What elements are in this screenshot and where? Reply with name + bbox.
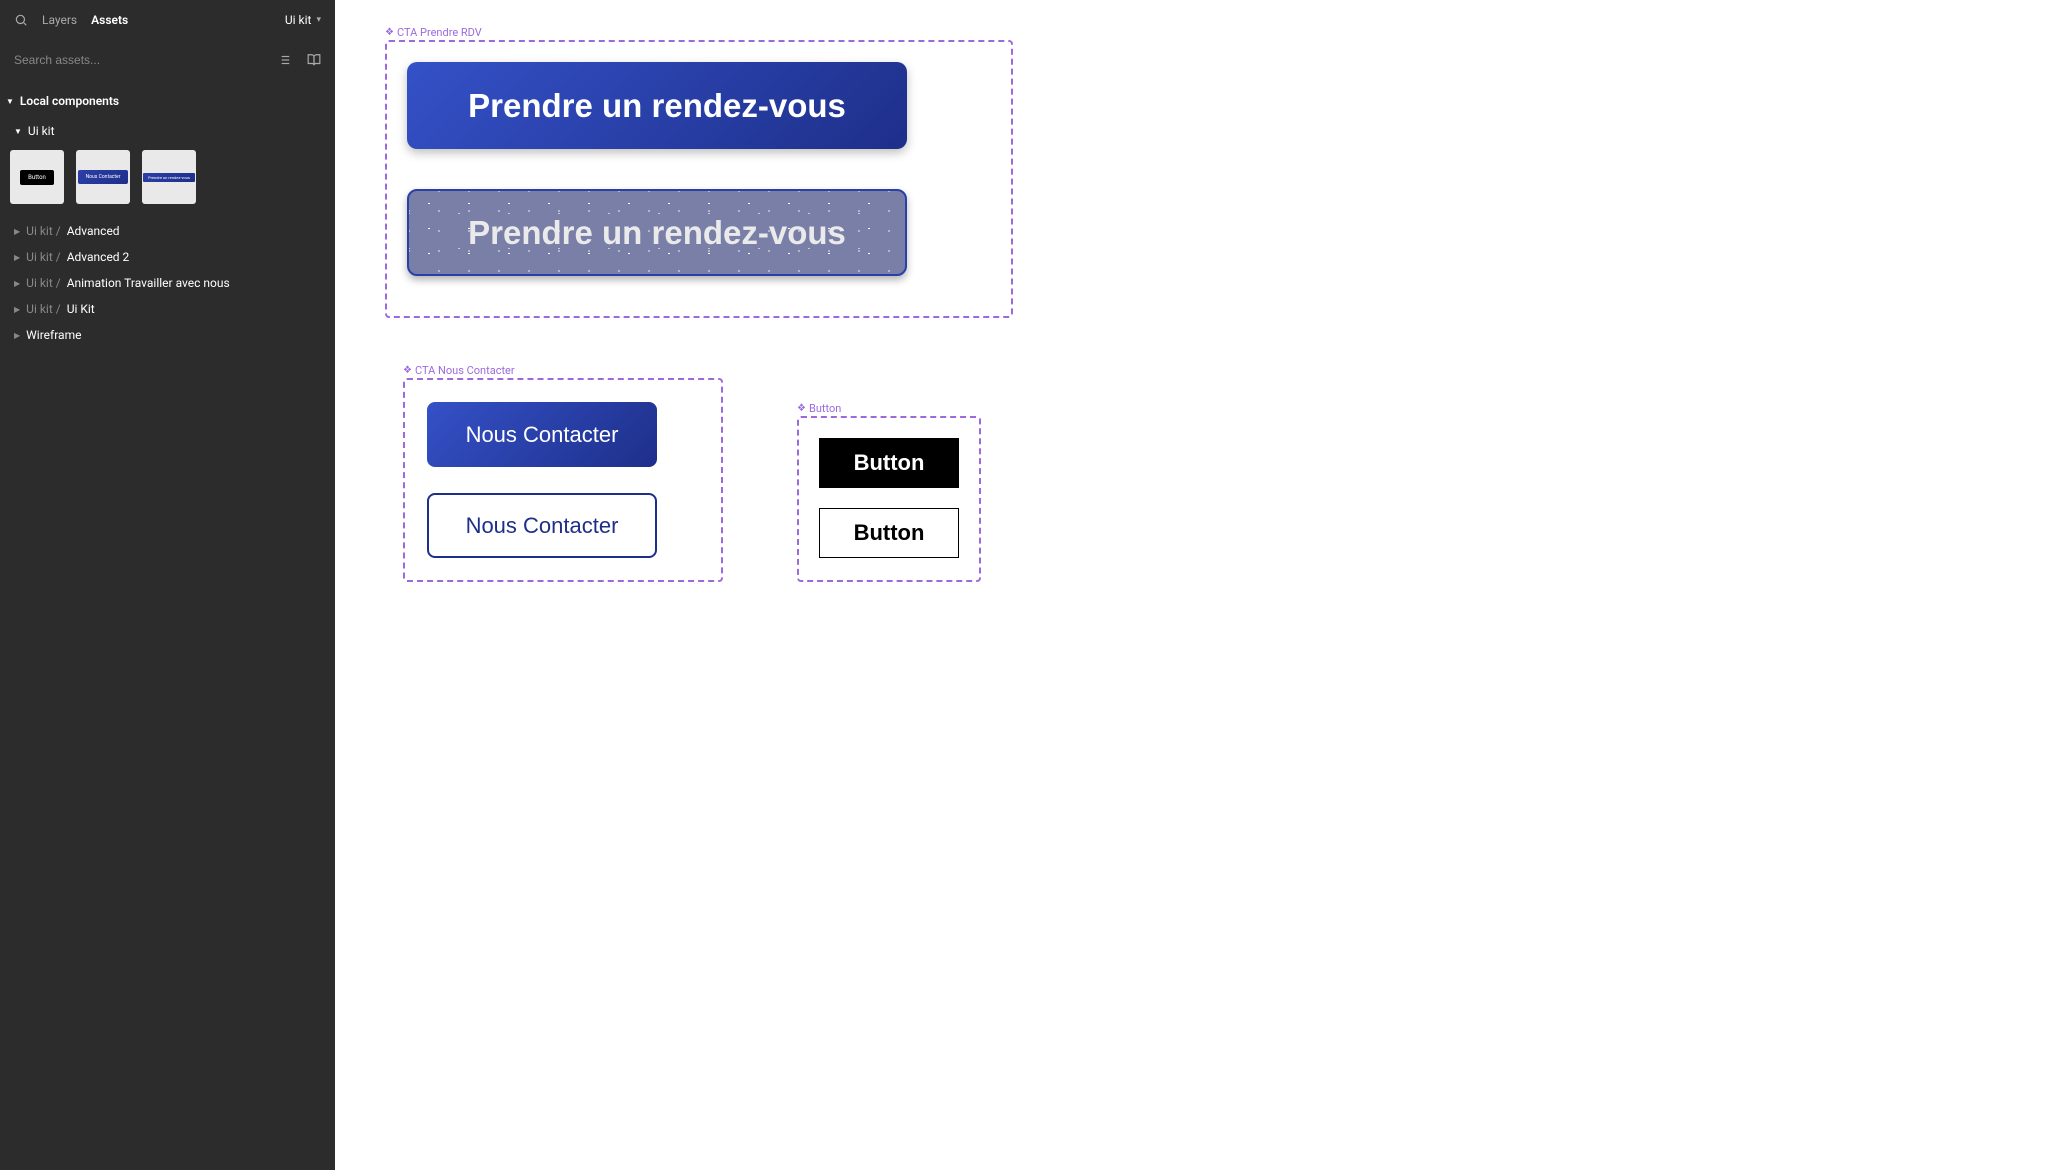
component-cta-prendre-rdv[interactable]: CTA Prendre RDV Prendre un rendez-vous P…: [385, 40, 1013, 318]
tree-name: Animation Travailler avec nous: [67, 276, 230, 290]
caret-down-icon: ▼: [6, 97, 14, 106]
local-components-heading[interactable]: ▼ Local components: [0, 80, 335, 118]
file-title: Ui kit: [285, 13, 312, 27]
ui-kit-folder[interactable]: ▼ Ui kit: [0, 118, 335, 144]
tree-name: Ui Kit: [67, 302, 95, 316]
layers-tab[interactable]: Layers: [42, 13, 77, 27]
variant-rdv-primary[interactable]: Prendre un rendez-vous: [407, 62, 907, 149]
sidebar-header: Layers Assets Ui kit ▾: [0, 0, 335, 40]
component-thumbnails: Button Nous Contacter Prendre un rendez-…: [0, 144, 335, 218]
caret-right-icon: ▶: [14, 227, 20, 236]
tree-item-uikit[interactable]: ▶ Ui kit / Ui Kit: [0, 296, 335, 322]
caret-down-icon: ▼: [14, 127, 22, 136]
tree-subfolders: ▶ Ui kit / Advanced ▶ Ui kit / Advanced …: [0, 218, 335, 348]
frame-label: Button: [797, 402, 841, 415]
component-button[interactable]: Button Button Button: [797, 416, 981, 582]
thumb-contact-preview: Nous Contacter: [78, 170, 129, 184]
canvas[interactable]: CTA Prendre RDV Prendre un rendez-vous P…: [335, 0, 2058, 1170]
search-input[interactable]: [14, 53, 277, 67]
thumb-prendre-rdv[interactable]: Prendre un rendez-vous: [142, 150, 196, 204]
folder-label: Ui kit: [28, 124, 55, 138]
variant-rdv-textured[interactable]: Prendre un rendez-vous: [407, 189, 907, 276]
search-row: [0, 40, 335, 80]
tree-item-advanced2[interactable]: ▶ Ui kit / Advanced 2: [0, 244, 335, 270]
library-icon[interactable]: [307, 53, 321, 67]
frame-label: CTA Prendre RDV: [385, 26, 482, 39]
tree-name: Wireframe: [26, 328, 81, 342]
frame-label: CTA Nous Contacter: [403, 364, 515, 377]
tree-prefix: Ui kit /: [26, 302, 61, 316]
chevron-down-icon: ▾: [316, 15, 321, 25]
tree-name: Advanced 2: [67, 250, 130, 264]
thumb-rdv-preview: Prendre un rendez-vous: [143, 173, 195, 182]
canvas-row-2: CTA Nous Contacter Nous Contacter Nous C…: [403, 378, 2028, 582]
thumb-button[interactable]: Button: [10, 150, 64, 204]
tree-prefix: Ui kit /: [26, 224, 61, 238]
tree-item-animation[interactable]: ▶ Ui kit / Animation Travailler avec nou…: [0, 270, 335, 296]
caret-right-icon: ▶: [14, 331, 20, 340]
tree-prefix: Ui kit /: [26, 250, 61, 264]
variant-button-white[interactable]: Button: [819, 508, 959, 558]
component-cta-nous-contacter[interactable]: CTA Nous Contacter Nous Contacter Nous C…: [403, 378, 723, 582]
assets-sidebar: Layers Assets Ui kit ▾ ▼ Local component…: [0, 0, 335, 1170]
tree-prefix: Ui kit /: [26, 276, 61, 290]
section-label: Local components: [20, 94, 119, 108]
thumb-nous-contacter[interactable]: Nous Contacter: [76, 150, 130, 204]
tree-name: Advanced: [67, 224, 120, 238]
caret-right-icon: ▶: [14, 253, 20, 262]
file-title-dropdown[interactable]: Ui kit ▾: [285, 13, 321, 27]
thumb-button-preview: Button: [20, 170, 54, 185]
variant-contact-filled[interactable]: Nous Contacter: [427, 402, 657, 467]
variant-button-black[interactable]: Button: [819, 438, 959, 488]
assets-tab[interactable]: Assets: [91, 13, 128, 27]
caret-right-icon: ▶: [14, 279, 20, 288]
caret-right-icon: ▶: [14, 305, 20, 314]
tree-item-wireframe[interactable]: ▶ Wireframe: [0, 322, 335, 348]
list-view-icon[interactable]: [277, 53, 291, 67]
tree-item-advanced[interactable]: ▶ Ui kit / Advanced: [0, 218, 335, 244]
variant-contact-outline[interactable]: Nous Contacter: [427, 493, 657, 558]
search-icon[interactable]: [14, 13, 28, 27]
